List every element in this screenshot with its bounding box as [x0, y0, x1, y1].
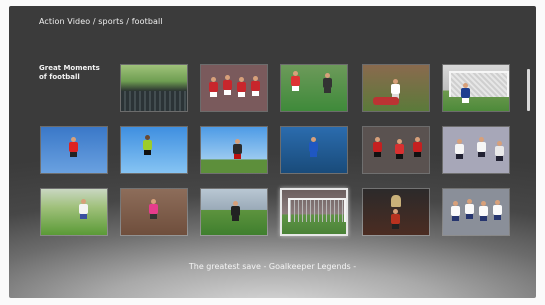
tv-frame: Action Video / sports / football Great M…: [0, 0, 545, 305]
media-browser-screen: Action Video / sports / football Great M…: [9, 6, 536, 298]
thumb-team-celebration[interactable]: [442, 188, 510, 236]
scrollbar[interactable]: [527, 69, 530, 111]
thumb-trophy-lift[interactable]: [362, 188, 430, 236]
thumb-stadium-crowd[interactable]: [120, 64, 188, 112]
thumb-slide-tackle[interactable]: [362, 64, 430, 112]
thumb-goal-mouth-action[interactable]: [200, 188, 268, 236]
thumb-player-running[interactable]: [40, 188, 108, 236]
thumb-goalkeeper-jump[interactable]: [120, 126, 188, 174]
thumb-players-on-pitch[interactable]: [280, 64, 348, 112]
thumb-blue-player-cheer[interactable]: [280, 126, 348, 174]
row-label: Great Moments of football: [39, 64, 100, 81]
selected-item-caption: The greatest save - Goalkeeper Legends -: [188, 262, 357, 271]
thumb-red-team-players[interactable]: [200, 64, 268, 112]
thumb-goalkeeper-dive[interactable]: [120, 188, 188, 236]
thumb-player-volley[interactable]: [200, 126, 268, 174]
thumb-red-player-kick[interactable]: [40, 126, 108, 174]
thumb-goal-net-scene[interactable]: [442, 64, 510, 112]
thumb-white-players-celebrate[interactable]: [442, 126, 510, 174]
thumb-red-players-group[interactable]: [362, 126, 430, 174]
breadcrumb: Action Video / sports / football: [39, 17, 163, 26]
thumb-goal-save-selected[interactable]: [280, 188, 348, 236]
